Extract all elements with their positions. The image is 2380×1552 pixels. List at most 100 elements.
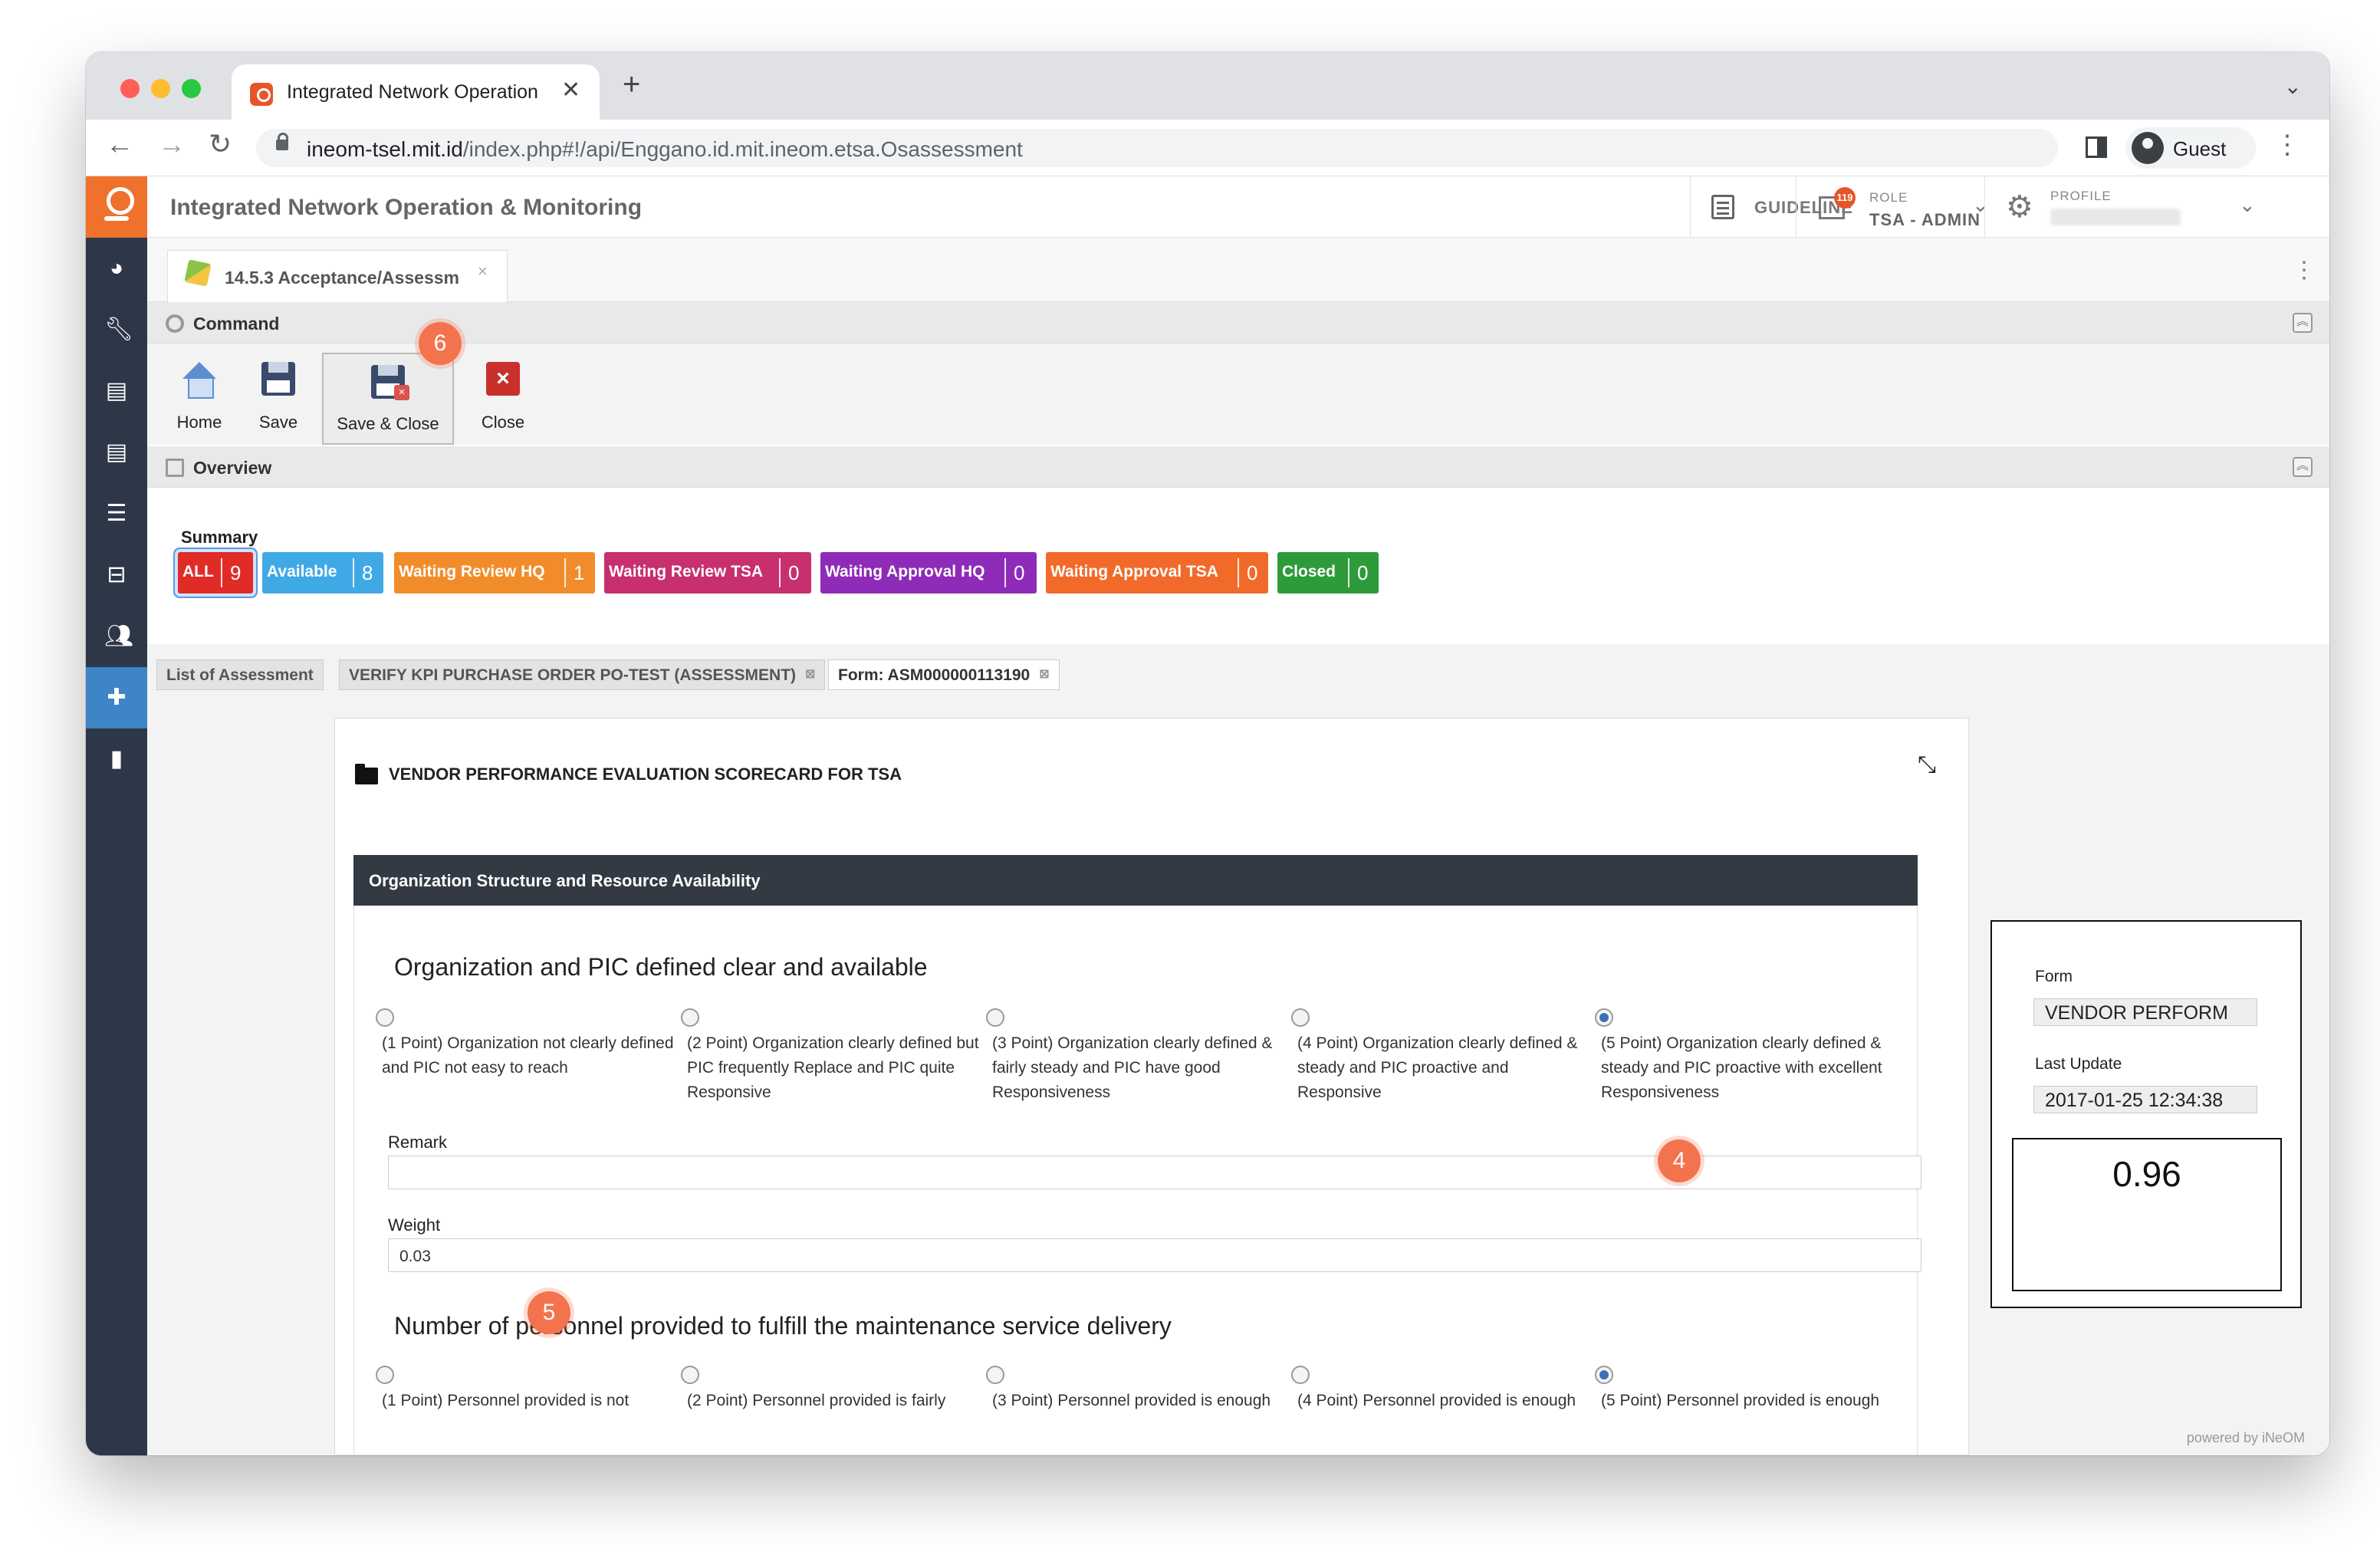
- subtab-label: List of Assessment: [166, 666, 314, 684]
- shrink-icon[interactable]: ⤡: [1918, 752, 1936, 778]
- profile-guest-button[interactable]: Guest: [2125, 127, 2256, 169]
- last-update-field: 2017-01-25 12:34:38: [2033, 1086, 2257, 1113]
- total-score: 0.96: [2112, 1154, 2181, 1194]
- weight-input[interactable]: 0.03: [388, 1238, 1921, 1272]
- gear-icon[interactable]: ⚙: [2006, 192, 2033, 222]
- form-name-label: Form: [2035, 968, 2073, 985]
- workspace-tab-label: 14.5.3 Acceptance/Assessm: [225, 268, 460, 288]
- q1-option-5-radio[interactable]: [1595, 1008, 1613, 1027]
- sidebar-item-docs[interactable]: ▮: [86, 728, 147, 790]
- subtab-form[interactable]: Form: ASM000000113190 ⊠: [828, 659, 1060, 690]
- q1-option-4-label: (4 Point) Organization clearly defined &…: [1297, 1034, 1578, 1101]
- browser-tab[interactable]: Integrated Network Operation ✕: [232, 64, 600, 120]
- puzzle-icon: ✚: [107, 685, 127, 710]
- reload-icon[interactable]: ↻: [209, 130, 232, 158]
- tab-close-icon[interactable]: ✕: [561, 77, 580, 104]
- q1-option-2-label: (2 Point) Organization clearly defined b…: [687, 1034, 979, 1101]
- pill-count: 0: [1004, 558, 1024, 587]
- q2-option-1-radio[interactable]: [376, 1366, 394, 1384]
- window-close-button[interactable]: [120, 79, 140, 98]
- lock-icon: [276, 133, 288, 150]
- q1-option-1-radio[interactable]: [376, 1008, 394, 1027]
- sidebar-item-tasks[interactable]: ▤: [86, 360, 147, 422]
- sidebar-item-users[interactable]: 👥︎: [86, 606, 147, 667]
- window-minimize-button[interactable]: [151, 79, 170, 98]
- save-button[interactable]: Save: [244, 351, 313, 445]
- guest-label: Guest: [2173, 137, 2227, 160]
- q2-option-3-radio[interactable]: [986, 1366, 1004, 1384]
- collapse-command-button[interactable]: ︽: [2293, 313, 2313, 333]
- status-pill-waiting-approval-tsa[interactable]: Waiting Approval TSA 0: [1046, 552, 1268, 594]
- profile-name-redacted[interactable]: [2050, 209, 2181, 225]
- browser-menu-icon[interactable]: ⋮: [2274, 132, 2300, 158]
- back-arrow-icon[interactable]: ←: [106, 130, 133, 158]
- window-zoom-button[interactable]: [182, 79, 201, 98]
- folder-icon: [355, 764, 378, 784]
- collapse-overview-button[interactable]: ︽: [2293, 457, 2313, 477]
- pill-name: Waiting Approval TSA: [1050, 563, 1218, 580]
- workspace-tab[interactable]: 14.5.3 Acceptance/Assessm ×: [167, 250, 508, 302]
- ineom-logo-icon[interactable]: [86, 176, 147, 238]
- subtab-list-of-assessment[interactable]: List of Assessment: [156, 659, 324, 690]
- status-pill-waiting-review-tsa[interactable]: Waiting Review TSA 0: [604, 552, 811, 594]
- tab-search-chevron-icon[interactable]: ⌄: [2284, 74, 2302, 99]
- form-card: VENDOR PERFORMANCE EVALUATION SCORECARD …: [334, 718, 1969, 1455]
- status-pill-closed[interactable]: Closed 0: [1277, 552, 1379, 594]
- step-badge-6: 6: [419, 322, 462, 365]
- q2-option-4-radio[interactable]: [1291, 1366, 1310, 1384]
- sidebar-item-servers[interactable]: ☰: [86, 483, 147, 544]
- profile-chevron-down-icon[interactable]: ⌄: [2239, 193, 2256, 217]
- url-text: ineom-tsel.mit.id/index.php#!/api/Enggan…: [307, 137, 1023, 161]
- sidebar-item-dashboard[interactable]: ◕: [86, 238, 147, 299]
- q1-option-4-radio[interactable]: [1291, 1008, 1310, 1027]
- overview-section-header: Overview ︽: [147, 446, 2329, 488]
- dashboard-icon: ◕: [109, 255, 124, 281]
- subtab-close-icon[interactable]: ⊠: [1039, 668, 1049, 681]
- step-badge-5: 5: [528, 1291, 570, 1334]
- sidebar-item-tools[interactable]: 🔧︎: [86, 299, 147, 360]
- notification-badge: 119: [1834, 187, 1856, 209]
- new-tab-button[interactable]: +: [623, 69, 640, 100]
- sidebar-item-reports[interactable]: ▤: [86, 422, 147, 483]
- sidebar-item-archive[interactable]: ⊟: [86, 544, 147, 606]
- forward-arrow-icon[interactable]: →: [158, 130, 186, 158]
- status-pill-all[interactable]: ALL 9: [178, 552, 253, 594]
- summary-label: Summary: [181, 528, 258, 547]
- q1-option-3-radio[interactable]: [986, 1008, 1004, 1027]
- command-toolbar: Home Save × Save & Close × Close: [147, 344, 2329, 445]
- close-button[interactable]: × Close: [465, 351, 541, 445]
- subtab-verify-kpi[interactable]: VERIFY KPI PURCHASE ORDER PO-TEST (ASSES…: [339, 659, 826, 690]
- step-badge-4: 4: [1658, 1139, 1701, 1182]
- status-pill-waiting-review-hq[interactable]: Waiting Review HQ 1: [394, 552, 595, 594]
- browser-tab-bar: Integrated Network Operation ✕ + ⌄: [86, 52, 2329, 120]
- sidebar-item-modules[interactable]: ✚: [86, 667, 147, 728]
- q2-option-2-radio[interactable]: [681, 1366, 699, 1384]
- address-bar[interactable]: ineom-tsel.mit.id/index.php#!/api/Enggan…: [256, 129, 2058, 167]
- status-pill-waiting-approval-hq[interactable]: Waiting Approval HQ 0: [820, 552, 1037, 594]
- role-chevron-down-icon[interactable]: ⌄: [1972, 193, 1989, 217]
- side-panel-icon[interactable]: [2086, 136, 2107, 158]
- command-section-label: Command: [193, 314, 280, 334]
- guideline-icon[interactable]: [1711, 195, 1734, 219]
- form-title: VENDOR PERFORMANCE EVALUATION SCORECARD …: [389, 764, 902, 784]
- q2-option-4-label: (4 Point) Personnel provided is enough: [1297, 1392, 1576, 1409]
- q2-option-5-radio[interactable]: [1595, 1366, 1613, 1384]
- save-close-button-label: Save & Close: [337, 414, 439, 433]
- status-pill-available[interactable]: Available 8: [262, 552, 383, 594]
- more-options-icon[interactable]: ⋮: [2293, 259, 2316, 282]
- score-box: 0.96: [2012, 1138, 2282, 1291]
- q2-option-3-label: (3 Point) Personnel provided is enough: [992, 1392, 1271, 1409]
- close-mini-icon: ×: [394, 385, 409, 400]
- workspace-tab-close-icon[interactable]: ×: [478, 261, 488, 281]
- save-close-button[interactable]: × Save & Close: [322, 353, 454, 445]
- workspace-tab-strip: 14.5.3 Acceptance/Assessm × ⋮: [147, 238, 2329, 302]
- subtab-close-icon[interactable]: ⊠: [805, 668, 815, 681]
- q2-option-5-label: (5 Point) Personnel provided is enough: [1601, 1392, 1880, 1409]
- q1-option-5-label: (5 Point) Organization clearly defined &…: [1601, 1034, 1882, 1101]
- form-section-label: Organization Structure and Resource Avai…: [369, 871, 761, 890]
- pill-count: 0: [779, 558, 799, 587]
- remark-label: Remark: [388, 1133, 448, 1152]
- home-button[interactable]: Home: [163, 351, 236, 445]
- role-value[interactable]: TSA - ADMIN: [1869, 210, 1981, 230]
- q1-option-2-radio[interactable]: [681, 1008, 699, 1027]
